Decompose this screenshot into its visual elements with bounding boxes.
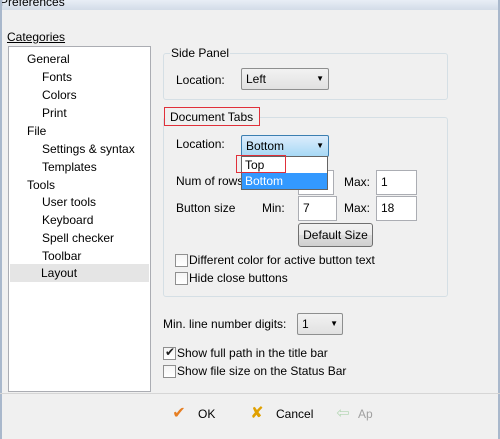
different-color-checkbox[interactable] [175,254,188,267]
min-line-digits-value: 1 [302,317,309,331]
chevron-down-icon: ▼ [316,141,324,150]
rows-max-field[interactable]: 1 [376,170,417,195]
button-size-label: Button size [176,201,236,215]
tree-item-templates[interactable]: Templates [42,158,97,176]
ok-button[interactable]: ✔ OK [168,402,228,426]
button-max-label: Max: [344,201,371,215]
side-panel-location-label: Location: [176,73,225,87]
checkmark-icon: ✔ [172,405,186,422]
rows-max-label: Max: [344,175,371,189]
different-color-label: Different color for active button text [189,253,375,267]
button-max-field[interactable]: 18 [376,196,417,221]
cancel-button[interactable]: ✘ Cancel [246,402,316,426]
tree-item-fonts[interactable]: Fonts [42,68,72,86]
hide-close-checkbox[interactable] [175,272,188,285]
bottom-separator [0,393,500,394]
show-full-path-label: Show full path in the title bar [177,346,328,360]
tree-item-user-tools[interactable]: User tools [42,193,96,211]
cancel-button-label: Cancel [276,407,314,421]
tree-item-print[interactable]: Print [42,104,67,122]
tree-item-layout[interactable]: Layout [10,264,149,282]
apply-button[interactable]: ⇦ Ap [332,402,392,426]
button-min-field[interactable]: 7 [298,196,337,221]
side-panel-location-select[interactable]: Left ▼ [241,68,329,90]
tree-item-tools[interactable]: Tools [27,176,55,194]
side-panel-title: Side Panel [170,46,231,60]
document-tabs-location-value: Bottom [246,139,285,153]
categories-tree[interactable]: General Fonts Colors Print File Settings… [8,46,151,392]
document-tabs-location-label: Location: [176,137,225,151]
document-tabs-title: Document Tabs [170,110,254,124]
side-panel-title-text: Side Panel [171,46,230,60]
window-title: Preferences [0,0,65,9]
tree-item-toolbar[interactable]: Toolbar [42,247,81,265]
document-tabs-location-select[interactable]: Bottom ▼ [241,135,329,157]
hide-close-label: Hide close buttons [189,271,288,285]
tree-item-keyboard[interactable]: Keyboard [42,211,93,229]
tree-item-file[interactable]: File [27,122,46,140]
tree-item-settings-syntax[interactable]: Settings & syntax [42,140,135,158]
tree-item-general[interactable]: General [27,50,70,68]
apply-button-label: Ap [358,407,373,421]
num-rows-label: Num of rows [176,174,244,188]
show-full-path-checkbox[interactable]: ✔ [163,345,176,360]
ok-button-label: OK [198,407,216,421]
categories-label: Categories [7,30,65,44]
title-bar: Preferences [0,0,500,10]
side-panel-location-value: Left [246,72,267,86]
button-min-label: Min: [262,201,285,215]
tree-item-colors[interactable]: Colors [42,86,77,104]
chevron-down-icon: ▼ [330,319,338,328]
apply-arrow-icon: ⇦ [336,405,350,422]
chevron-down-icon: ▼ [316,74,324,83]
checkmark-icon: ✔ [165,345,176,359]
cancel-x-icon: ✘ [250,405,264,422]
min-line-digits-select[interactable]: 1 ▼ [297,313,343,335]
min-line-digits-label: Min. line number digits: [163,317,287,331]
option-top-highlight [236,155,286,173]
show-file-size-checkbox[interactable] [163,365,176,378]
window-frame-left [0,0,2,439]
default-size-button[interactable]: Default Size [298,223,373,247]
show-file-size-label: Show file size on the Status Bar [177,364,347,378]
tree-item-spell-checker[interactable]: Spell checker [42,229,114,247]
dropdown-option-bottom[interactable]: Bottom [242,173,327,189]
categories-label-text: Categories [7,30,66,44]
